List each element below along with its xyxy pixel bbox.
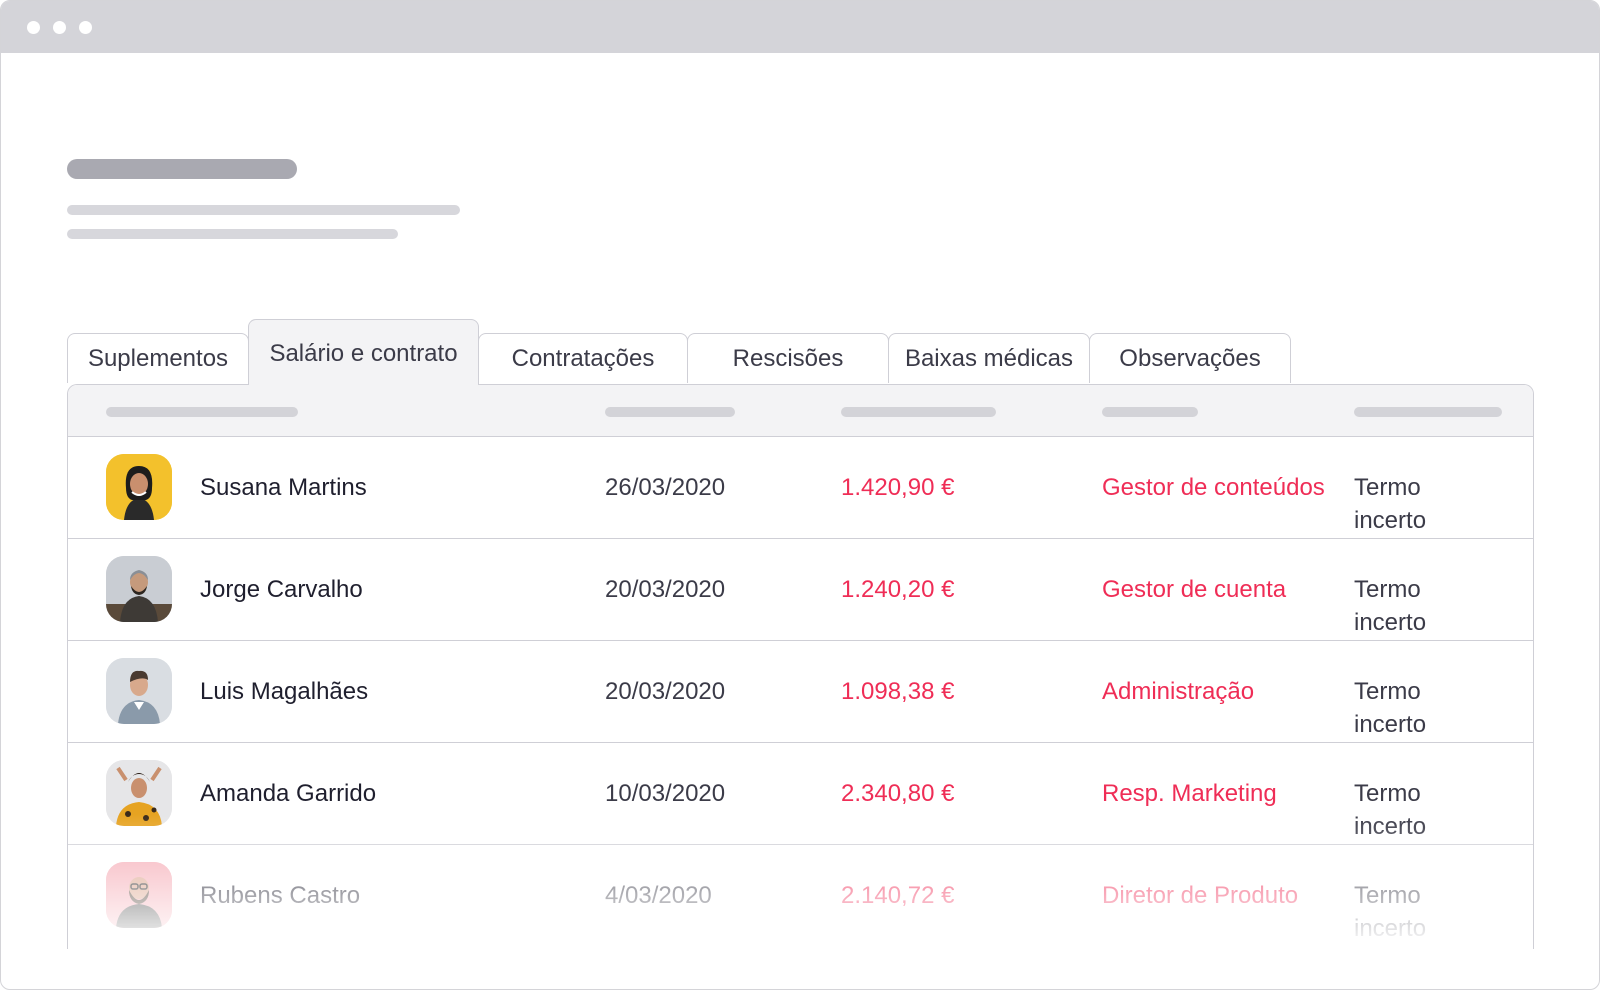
tab-observacoes[interactable]: Observações	[1089, 333, 1291, 383]
page-subtitle-placeholder	[67, 205, 460, 215]
table-row[interactable]: Rubens Castro 4/03/2020 2.140,72 € Diret…	[68, 845, 1533, 947]
salary-amount: 1.420,90 €	[841, 474, 955, 501]
person-avatar-icon	[106, 760, 172, 826]
tab-rescisoes[interactable]: Rescisões	[687, 333, 889, 383]
job-role[interactable]: Gestor de cuenta	[1102, 573, 1286, 606]
person-avatar-icon	[106, 658, 172, 724]
avatar	[106, 556, 172, 622]
table-header	[68, 385, 1533, 437]
tab-salario-e-contrato[interactable]: Salário e contrato	[248, 319, 479, 385]
tab-bar: Suplementos Salário e contrato Contrataç…	[67, 319, 1367, 385]
window-titlebar	[1, 1, 1599, 53]
column-header-placeholder-date	[605, 407, 735, 417]
table-row[interactable]: Susana Martins 26/03/2020 1.420,90 € Ges…	[68, 437, 1533, 539]
person-avatar-icon	[106, 862, 172, 928]
start-date: 20/03/2020	[605, 678, 726, 705]
job-role[interactable]: Resp. Marketing	[1102, 777, 1277, 810]
start-date: 20/03/2020	[605, 576, 726, 603]
column-header-placeholder-contract	[1354, 407, 1502, 417]
start-date: 4/03/2020	[605, 882, 712, 909]
window-dot-maximize[interactable]	[79, 21, 92, 34]
avatar	[106, 760, 172, 826]
salary-amount: 1.098,38 €	[841, 678, 955, 705]
table-row[interactable]: Luis Magalhães 20/03/2020 1.098,38 € Adm…	[68, 641, 1533, 743]
job-role[interactable]: Diretor de Produto	[1102, 879, 1298, 912]
column-header-placeholder-amount	[841, 407, 996, 417]
salary-amount: 1.240,20 €	[841, 576, 955, 603]
tab-contratacoes[interactable]: Contratações	[478, 333, 688, 383]
window-dot-minimize[interactable]	[53, 21, 66, 34]
contract-type: Termo incerto	[1354, 576, 1427, 636]
contract-type: Termo incerto	[1354, 474, 1427, 534]
table-row[interactable]: Jorge Carvalho 20/03/2020 1.240,20 € Ges…	[68, 539, 1533, 641]
table-row[interactable]: Amanda Garrido 10/03/2020 2.340,80 € Res…	[68, 743, 1533, 845]
employee-table: Susana Martins 26/03/2020 1.420,90 € Ges…	[67, 384, 1534, 949]
column-header-placeholder-role	[1102, 407, 1198, 417]
contract-type: Termo incerto	[1354, 678, 1427, 738]
page-subtitle-placeholder-2	[67, 229, 398, 239]
employee-name: Amanda Garrido	[200, 780, 377, 807]
person-avatar-icon	[106, 454, 172, 520]
window-dot-close[interactable]	[27, 21, 40, 34]
contract-type: Termo incerto	[1354, 780, 1427, 840]
page-title-placeholder	[67, 159, 297, 179]
browser-window: Suplementos Salário e contrato Contrataç…	[0, 0, 1600, 990]
job-role[interactable]: Administração	[1102, 675, 1254, 708]
salary-amount: 2.340,80 €	[841, 780, 955, 807]
employee-name: Luis Magalhães	[200, 678, 369, 705]
start-date: 26/03/2020	[605, 474, 726, 501]
avatar	[106, 862, 172, 928]
column-header-placeholder-name	[106, 407, 298, 417]
start-date: 10/03/2020	[605, 780, 726, 807]
person-avatar-icon	[106, 556, 172, 622]
employee-name: Jorge Carvalho	[200, 576, 363, 603]
tab-suplementos[interactable]: Suplementos	[67, 333, 249, 383]
avatar	[106, 454, 172, 520]
tab-baixas-medicas[interactable]: Baixas médicas	[888, 333, 1090, 383]
employee-name: Rubens Castro	[200, 882, 361, 909]
salary-amount: 2.140,72 €	[841, 882, 955, 909]
employee-name: Susana Martins	[200, 474, 367, 501]
job-role[interactable]: Gestor de conteúdos	[1102, 471, 1325, 504]
avatar	[106, 658, 172, 724]
contract-type: Termo incerto	[1354, 882, 1427, 942]
